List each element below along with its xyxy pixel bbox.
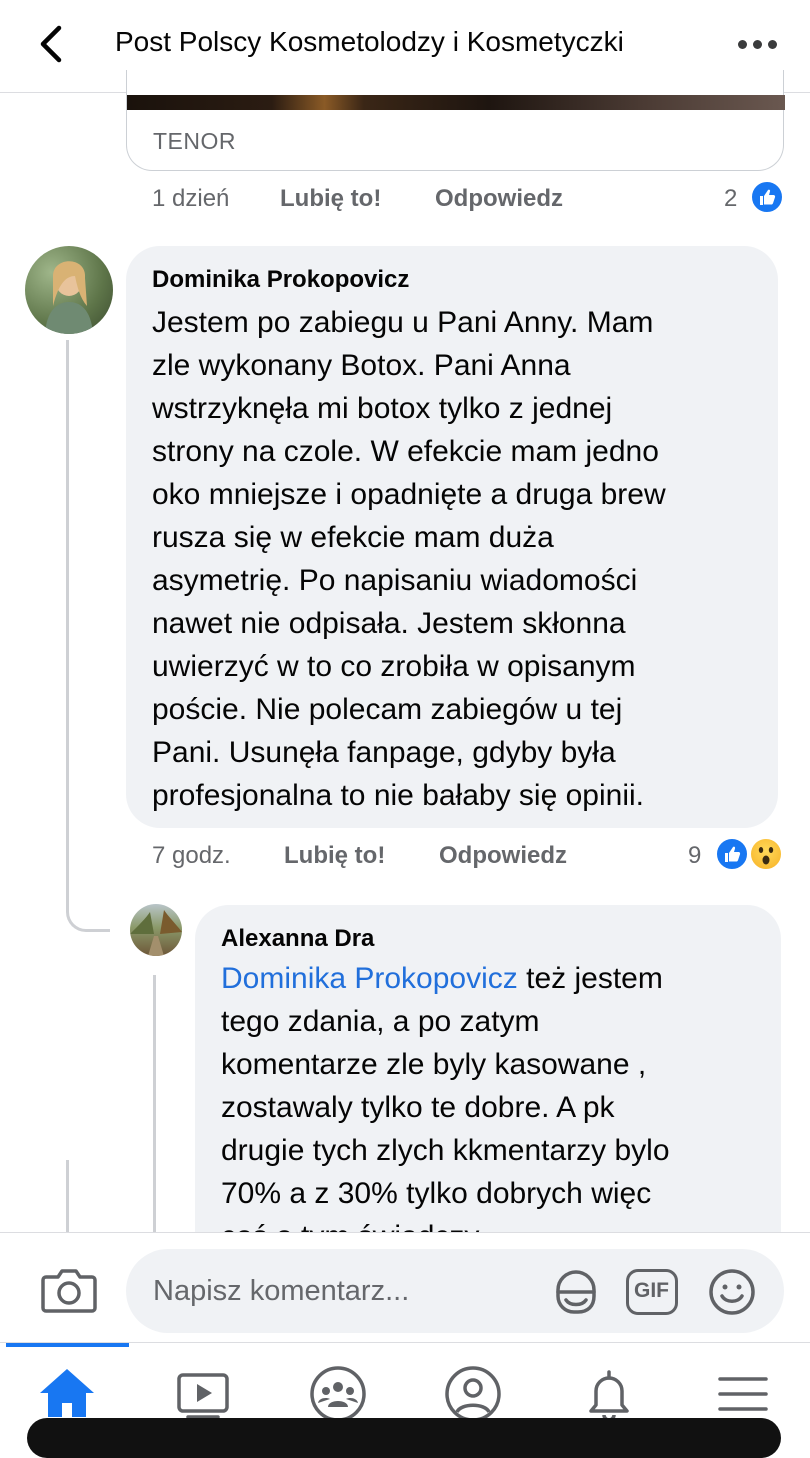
avatar[interactable] [25,246,113,334]
comment-author[interactable]: Dominika Prokopovicz [152,266,409,294]
like-label: Lubię to! [284,842,386,869]
comment-line: nawet nie odpisała. Jestem skłonna [152,607,626,640]
reaction-count[interactable]: 9 [688,842,701,870]
reply-line: tego zdania, a po zatym [221,1005,540,1038]
reaction-count[interactable]: 2 [724,185,737,213]
page-title: Post Polscy Kosmetolodzy i Kosmetyczki [115,26,624,57]
comment-input[interactable]: Napisz komentarz... GIF [126,1249,784,1333]
gif-icon: GIF [634,1279,669,1302]
sticker-button[interactable] [550,1266,602,1318]
comment-line: poście. Nie polecam zabiegów u tej [152,693,623,726]
like-reaction-icon [715,837,749,871]
comment-line: strony na czole. W efekcie mam jedno [152,435,659,468]
more-horizontal-icon [738,40,747,49]
emoji-button[interactable] [706,1266,758,1318]
like-label: Lubię to! [280,185,382,212]
more-dot [753,40,762,49]
reply-author[interactable]: Alexanna Dra [221,925,374,953]
mention-link[interactable]: Dominika Prokopovicz [221,962,518,995]
gif-button[interactable]: GIF [626,1269,678,1315]
thread-line [66,340,69,900]
comment-bubble[interactable]: Dominika Prokopovicz Jestem po zabiegu u… [126,246,778,828]
comment-text: Jestem po zabiegu u Pani Anny. Mam zle w… [152,301,772,817]
more-options-button[interactable] [736,40,780,50]
reply-avatar[interactable] [130,904,182,956]
comment-placeholder: Napisz komentarz... [153,1275,410,1307]
comment-line: oko mniejsze i opadnięte a druga brew [152,478,666,511]
comment-line: zle wykonany Botox. Pani Anna [152,349,571,382]
active-tab-indicator [6,1343,129,1347]
reply-line: też jestem [517,962,663,995]
comment-line: uwierzyć w to co zrobiła w opisanym [152,650,636,683]
comment-line: rusza się w efekcie mam duża [152,521,554,554]
thread-line-lower [66,1160,69,1232]
gif-source-label: TENOR [153,128,236,154]
camera-button[interactable] [40,1263,98,1317]
comment-line: Pani. Usunęła fanpage, gdyby była [152,736,616,769]
reply-line: 70% a z 30% tylko dobrych więc [221,1177,652,1210]
reply-thread-line [153,975,156,1232]
like-reaction-icon [750,180,784,214]
chevron-left-icon [40,25,62,63]
comment-line: Jestem po zabiegu u Pani Anny. Mam [152,306,654,339]
reply-text: Dominika Prokopovicz też jestem tego zda… [221,957,781,1258]
reply-button[interactable]: Odpowiedz [439,842,567,870]
comment-line: wstrzyknęła mi botox tylko z jednej [152,392,613,425]
reply-button[interactable]: Odpowiedz [435,185,563,213]
reply-label: Odpowiedz [439,842,567,869]
emoji-icon [709,1269,755,1315]
avatar-photo [45,261,93,334]
reply-avatar-photo [130,910,182,956]
reply-line: zostawaly tylko te dobre. A pk [221,1091,615,1124]
camera-icon [41,1269,97,1313]
comment-time: 1 dzień [152,185,230,212]
wow-reaction-icon [749,837,783,871]
reply-first-line: Dominika Prokopovicz też jestem [221,957,781,1000]
comment-time: 7 godz. [152,842,231,869]
like-button[interactable]: Lubię to! [280,185,381,213]
comment-composer: Napisz komentarz... GIF [0,1232,810,1343]
reply-line: drugie tych zlych kkmentarzy bylo [221,1134,670,1167]
more-dot [768,40,777,49]
sticker-icon [556,1270,596,1314]
thread-connector [66,880,110,932]
back-button[interactable] [30,22,74,66]
like-button[interactable]: Lubię to! [284,842,385,870]
gif-image [127,95,785,110]
comment-line: profesjonalna to nie bałaby się opinii. [152,779,644,812]
comment-line: asymetrię. Po napisaniu wiadomości [152,564,638,597]
reply-label: Odpowiedz [435,185,563,212]
gif-attachment[interactable]: TENOR [126,70,785,171]
reply-line: komentarze zle byly kasowane , [221,1048,647,1081]
home-indicator [27,1418,781,1458]
